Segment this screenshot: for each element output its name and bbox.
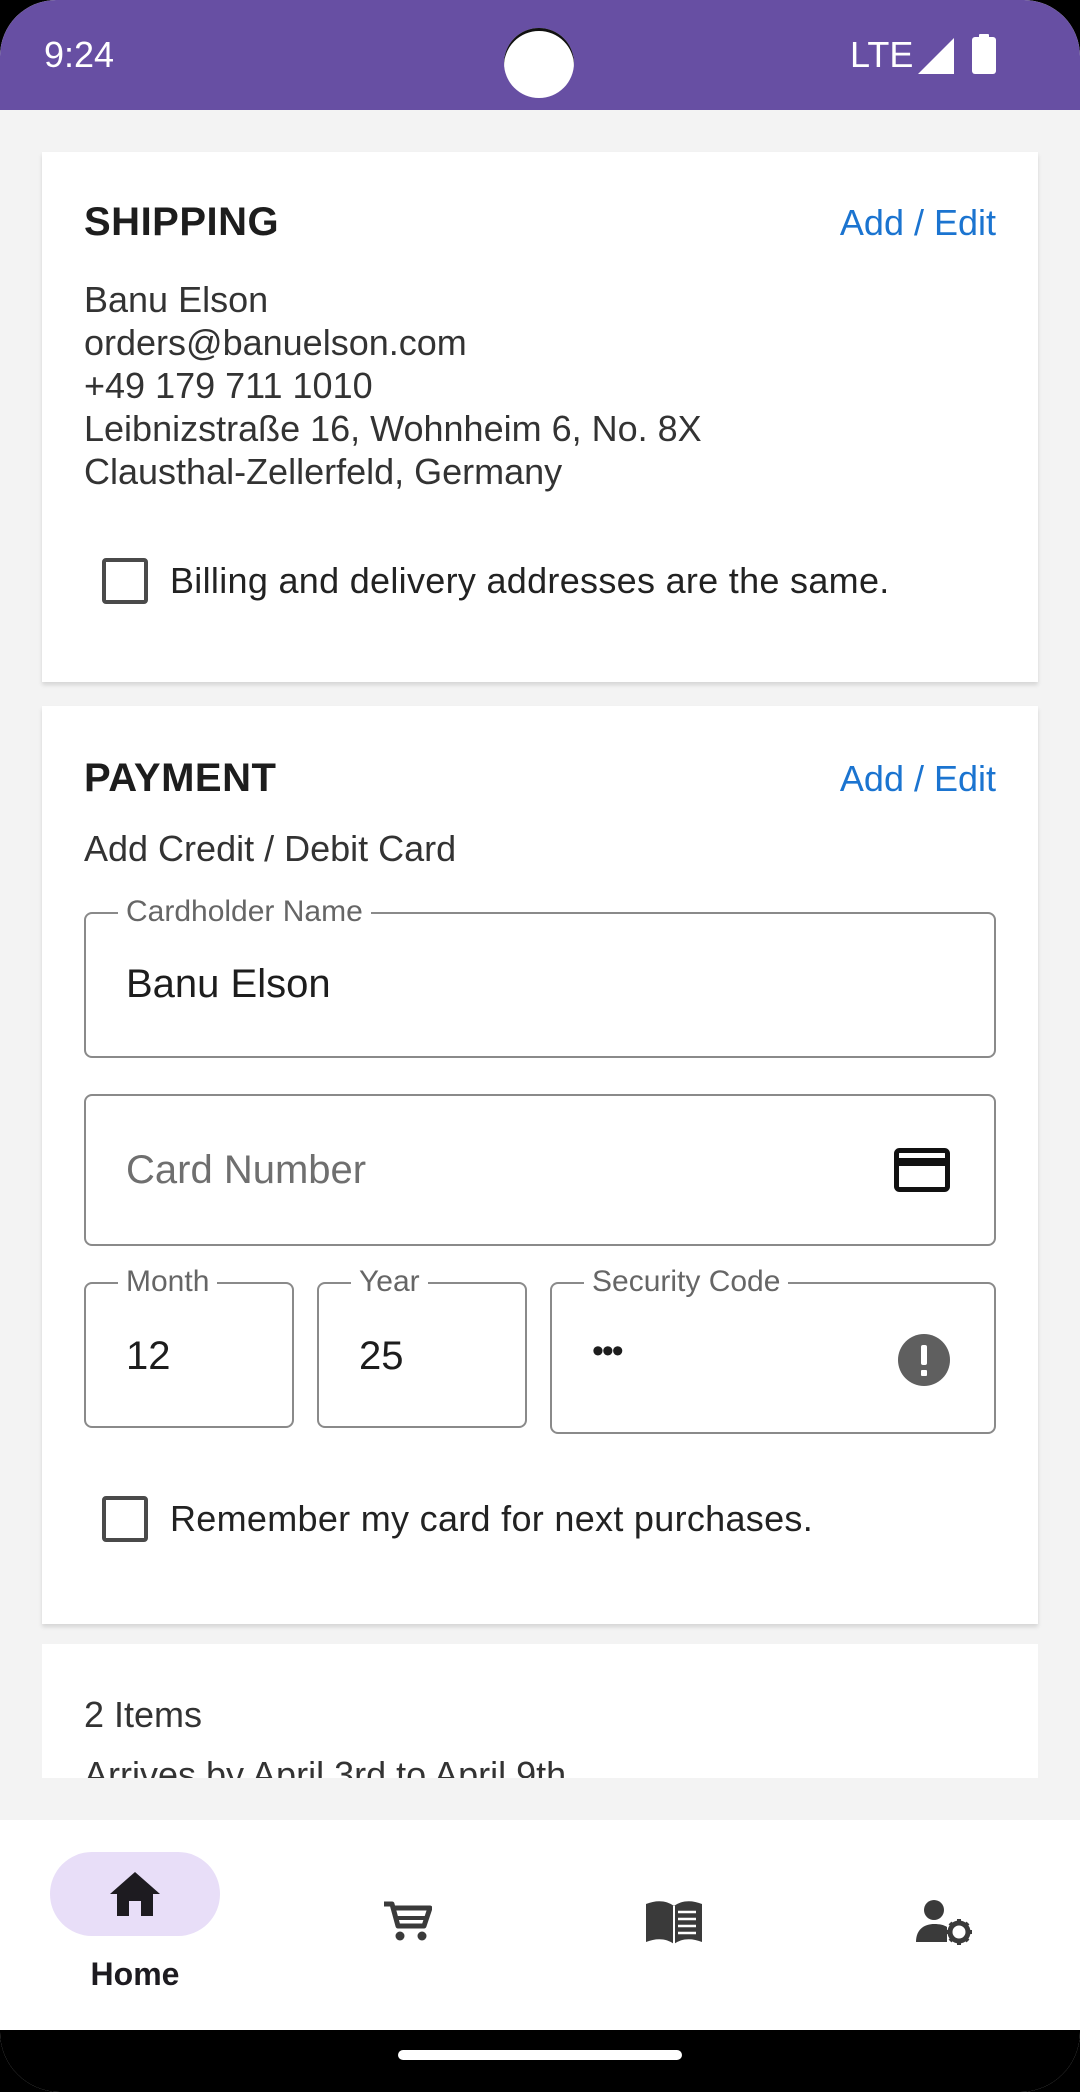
nav-item-cart[interactable] bbox=[270, 1820, 540, 2030]
home-icon bbox=[110, 1872, 160, 1916]
month-value: 12 bbox=[126, 1334, 171, 1378]
cardholder-name-label: Cardholder Name bbox=[118, 894, 371, 930]
same-address-checkbox[interactable] bbox=[102, 558, 148, 604]
status-time: 9:24 bbox=[44, 34, 115, 75]
year-value: 25 bbox=[359, 1334, 404, 1378]
cardholder-name-field[interactable]: Cardholder Name Banu Elson bbox=[84, 894, 996, 1058]
nav-item-catalog[interactable] bbox=[540, 1820, 810, 2030]
payment-edit-link[interactable]: Add / Edit bbox=[840, 758, 996, 800]
home-gesture-handle[interactable] bbox=[398, 2050, 682, 2060]
year-label: Year bbox=[351, 1264, 428, 1300]
account-settings-icon bbox=[916, 1900, 972, 1945]
address-name: Banu Elson bbox=[84, 279, 269, 320]
address-email: orders@banuelson.com bbox=[84, 322, 467, 363]
card-number-placeholder: Card Number bbox=[126, 1148, 367, 1192]
bottom-navigation: Home bbox=[0, 1820, 1080, 2030]
nav-home-label: Home bbox=[90, 1956, 180, 1992]
book-icon bbox=[646, 1901, 702, 1944]
month-field[interactable]: Month 12 bbox=[84, 1264, 294, 1428]
error-icon bbox=[898, 1334, 950, 1386]
payment-subtitle: Add Credit / Debit Card bbox=[84, 828, 457, 869]
battery-icon bbox=[972, 34, 996, 74]
phone-screen: 9:24 LTE SHIPPING Add / Edit Banu Elson … bbox=[0, 0, 1080, 2092]
security-code-label: Security Code bbox=[584, 1264, 789, 1300]
same-address-row[interactable]: Billing and delivery addresses are the s… bbox=[102, 556, 890, 606]
payment-title: PAYMENT bbox=[84, 756, 277, 800]
remember-card-row[interactable]: Remember my card for next purchases. bbox=[102, 1494, 813, 1544]
card-number-field[interactable]: Card Number bbox=[84, 1094, 996, 1246]
shipping-card: SHIPPING Add / Edit Banu Elson orders@ba… bbox=[42, 152, 1038, 682]
nav-item-account[interactable] bbox=[810, 1820, 1080, 2030]
payment-card: PAYMENT Add / Edit Add Credit / Debit Ca… bbox=[42, 706, 1038, 1624]
order-summary-card: 2 Items Arrives by April 3rd to April 9t… bbox=[42, 1644, 1038, 1778]
signal-icon bbox=[918, 38, 954, 74]
address-phone: +49 179 711 1010 bbox=[84, 365, 373, 406]
network-type: LTE bbox=[850, 34, 914, 75]
front-camera bbox=[504, 28, 574, 98]
shipping-title: SHIPPING bbox=[84, 200, 280, 244]
remember-card-label: Remember my card for next purchases. bbox=[170, 1498, 814, 1539]
address-city: Clausthal-Zellerfeld, Germany bbox=[84, 451, 563, 492]
nav-item-home[interactable]: Home bbox=[0, 1820, 270, 2030]
credit-card-icon bbox=[894, 1148, 950, 1192]
year-field[interactable]: Year 25 bbox=[317, 1264, 527, 1428]
address-street: Leibnizstraße 16, Wohnheim 6, No. 8X bbox=[84, 408, 702, 449]
shipping-edit-link[interactable]: Add / Edit bbox=[840, 202, 996, 244]
cart-icon bbox=[384, 1901, 432, 1941]
same-address-label: Billing and delivery addresses are the s… bbox=[170, 560, 890, 601]
item-count: 2 Items bbox=[84, 1694, 203, 1735]
arrival-estimate: Arrives by April 3rd to April 9th bbox=[84, 1754, 567, 1778]
status-bar: 9:24 LTE bbox=[0, 0, 1080, 110]
gesture-bar bbox=[0, 2030, 1080, 2092]
security-code-field[interactable]: Security Code ••• bbox=[550, 1264, 996, 1434]
shipping-address: Banu Elson orders@banuelson.com +49 179 … bbox=[84, 278, 702, 493]
security-code-value: ••• bbox=[592, 1332, 624, 1370]
cardholder-name-value: Banu Elson bbox=[126, 962, 331, 1006]
month-label: Month bbox=[118, 1264, 218, 1300]
remember-card-checkbox[interactable] bbox=[102, 1496, 148, 1542]
